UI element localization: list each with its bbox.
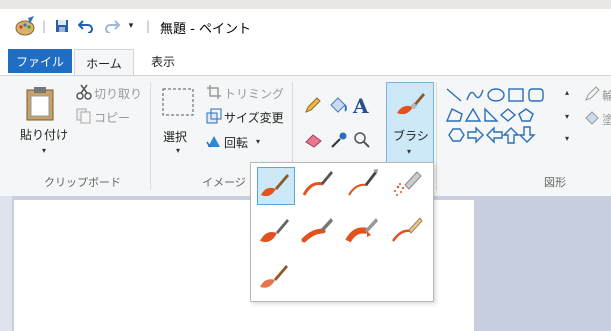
shapes-scroll-up-icon[interactable]: ▴ bbox=[565, 88, 569, 97]
pencil-icon[interactable] bbox=[304, 96, 322, 117]
text-icon[interactable]: A bbox=[353, 94, 369, 118]
watercolor-brush-icon bbox=[260, 265, 288, 288]
shapes-group-label: 図形 bbox=[544, 176, 566, 189]
polygon-shape-icon bbox=[445, 108, 463, 122]
diamond-shape-icon bbox=[499, 108, 517, 122]
brushes-dropdown bbox=[250, 162, 434, 302]
oil-brush-icon bbox=[260, 219, 289, 242]
group-separator bbox=[150, 82, 151, 190]
select-icon[interactable] bbox=[162, 88, 194, 119]
window-title: 無題 - ペイント bbox=[160, 22, 251, 37]
resize-button[interactable]: サイズ変更 bbox=[224, 109, 284, 126]
paint-app-icon[interactable] bbox=[12, 9, 38, 43]
crop-icon[interactable] bbox=[206, 84, 222, 103]
divider: | bbox=[145, 19, 151, 33]
marker-option[interactable] bbox=[345, 213, 381, 249]
down-arrow-shape-icon bbox=[518, 126, 536, 143]
tab-view[interactable]: 表示 bbox=[140, 49, 186, 73]
airbrush-option[interactable] bbox=[389, 167, 425, 203]
shape-fill-icon[interactable] bbox=[584, 110, 600, 129]
calligraphy-brush-1-option[interactable] bbox=[301, 167, 337, 203]
paste-icon[interactable] bbox=[24, 86, 58, 125]
image-group-label: イメージ bbox=[202, 176, 246, 189]
save-icon[interactable] bbox=[52, 9, 72, 43]
group-separator bbox=[436, 82, 437, 190]
crayon-icon bbox=[301, 218, 333, 243]
cut-button[interactable]: 切り取り bbox=[94, 85, 142, 102]
left-arrow-shape-icon bbox=[486, 126, 503, 144]
fill-icon[interactable] bbox=[328, 96, 348, 117]
window-top-edge bbox=[0, 0, 611, 9]
select-dropdown-icon[interactable]: ▾ bbox=[176, 146, 180, 155]
clipboard-group-label: クリップボード bbox=[44, 176, 121, 189]
line-shape-icon bbox=[446, 88, 462, 102]
right-arrow-shape-icon bbox=[467, 126, 484, 144]
calligraphy-brush-1-icon bbox=[302, 171, 333, 196]
outline-button[interactable]: 輪 bbox=[602, 87, 611, 104]
crop-button[interactable]: トリミング bbox=[224, 85, 284, 102]
customize-quick-access-icon[interactable]: ▾ bbox=[124, 9, 138, 43]
oval-shape-icon bbox=[487, 88, 505, 102]
curve-shape-icon bbox=[466, 89, 484, 101]
natural-pencil-option[interactable] bbox=[389, 213, 425, 249]
calligraphy-brush-2-option[interactable] bbox=[345, 167, 381, 203]
divider: | bbox=[41, 19, 47, 33]
rotate-icon[interactable] bbox=[206, 133, 222, 152]
tab-file[interactable]: ファイル bbox=[8, 49, 72, 73]
shapes-scroll-down-icon[interactable]: ▾ bbox=[565, 112, 569, 121]
paste-dropdown-icon[interactable]: ▾ bbox=[42, 146, 46, 155]
brushes-dropdown-icon: ▾ bbox=[407, 147, 412, 156]
rotate-dropdown-icon[interactable]: ▾ bbox=[256, 137, 260, 146]
watercolor-brush-option[interactable] bbox=[257, 259, 293, 295]
tab-home[interactable]: ホーム bbox=[74, 49, 134, 76]
shape-fill-button[interactable]: 塗 bbox=[602, 111, 611, 128]
copy-button[interactable]: コピー bbox=[94, 109, 130, 126]
rectangle-shape-icon bbox=[508, 88, 524, 102]
redo-icon[interactable] bbox=[102, 9, 122, 43]
hexagon-shape-icon bbox=[448, 128, 465, 142]
brush-icon bbox=[397, 93, 425, 115]
brushes-button[interactable]: ブラシ ▾ bbox=[386, 82, 434, 164]
undo-icon[interactable] bbox=[76, 9, 96, 43]
brush-option[interactable] bbox=[257, 167, 295, 205]
shapes-gallery[interactable] bbox=[444, 86, 564, 148]
scissors-icon[interactable] bbox=[76, 84, 92, 103]
brushes-label: ブラシ bbox=[393, 129, 429, 143]
magnifier-icon[interactable] bbox=[353, 131, 371, 152]
brush-icon bbox=[261, 174, 289, 197]
paste-button[interactable]: 貼り付け bbox=[20, 126, 68, 143]
shapes-expand-icon[interactable]: ▾ bbox=[565, 134, 569, 143]
calligraphy-brush-2-icon bbox=[348, 169, 378, 196]
rotate-button[interactable]: 回転 bbox=[224, 134, 248, 151]
triangle-shape-icon bbox=[464, 107, 482, 122]
up-arrow-shape-icon bbox=[502, 127, 520, 144]
oil-brush-option[interactable] bbox=[257, 213, 293, 249]
airbrush-icon bbox=[394, 171, 422, 196]
workspace-left-edge bbox=[0, 196, 12, 331]
resize-icon[interactable] bbox=[206, 108, 222, 127]
pentagon-shape-icon bbox=[518, 108, 534, 122]
rounded-rectangle-shape-icon bbox=[528, 88, 544, 102]
select-button[interactable]: 選択 bbox=[163, 128, 187, 145]
ribbon-tabs: ファイル ホーム 表示 bbox=[0, 43, 611, 76]
color-picker-icon[interactable] bbox=[330, 131, 348, 152]
eraser-icon[interactable] bbox=[304, 132, 324, 151]
crayon-option[interactable] bbox=[301, 213, 337, 249]
copy-icon[interactable] bbox=[76, 108, 92, 127]
outline-icon[interactable] bbox=[584, 86, 600, 105]
right-triangle-shape-icon bbox=[484, 107, 499, 122]
title-bar: | ▾ | 無題 - ペイント bbox=[0, 9, 611, 43]
natural-pencil-icon bbox=[391, 217, 423, 242]
marker-icon bbox=[345, 218, 378, 243]
